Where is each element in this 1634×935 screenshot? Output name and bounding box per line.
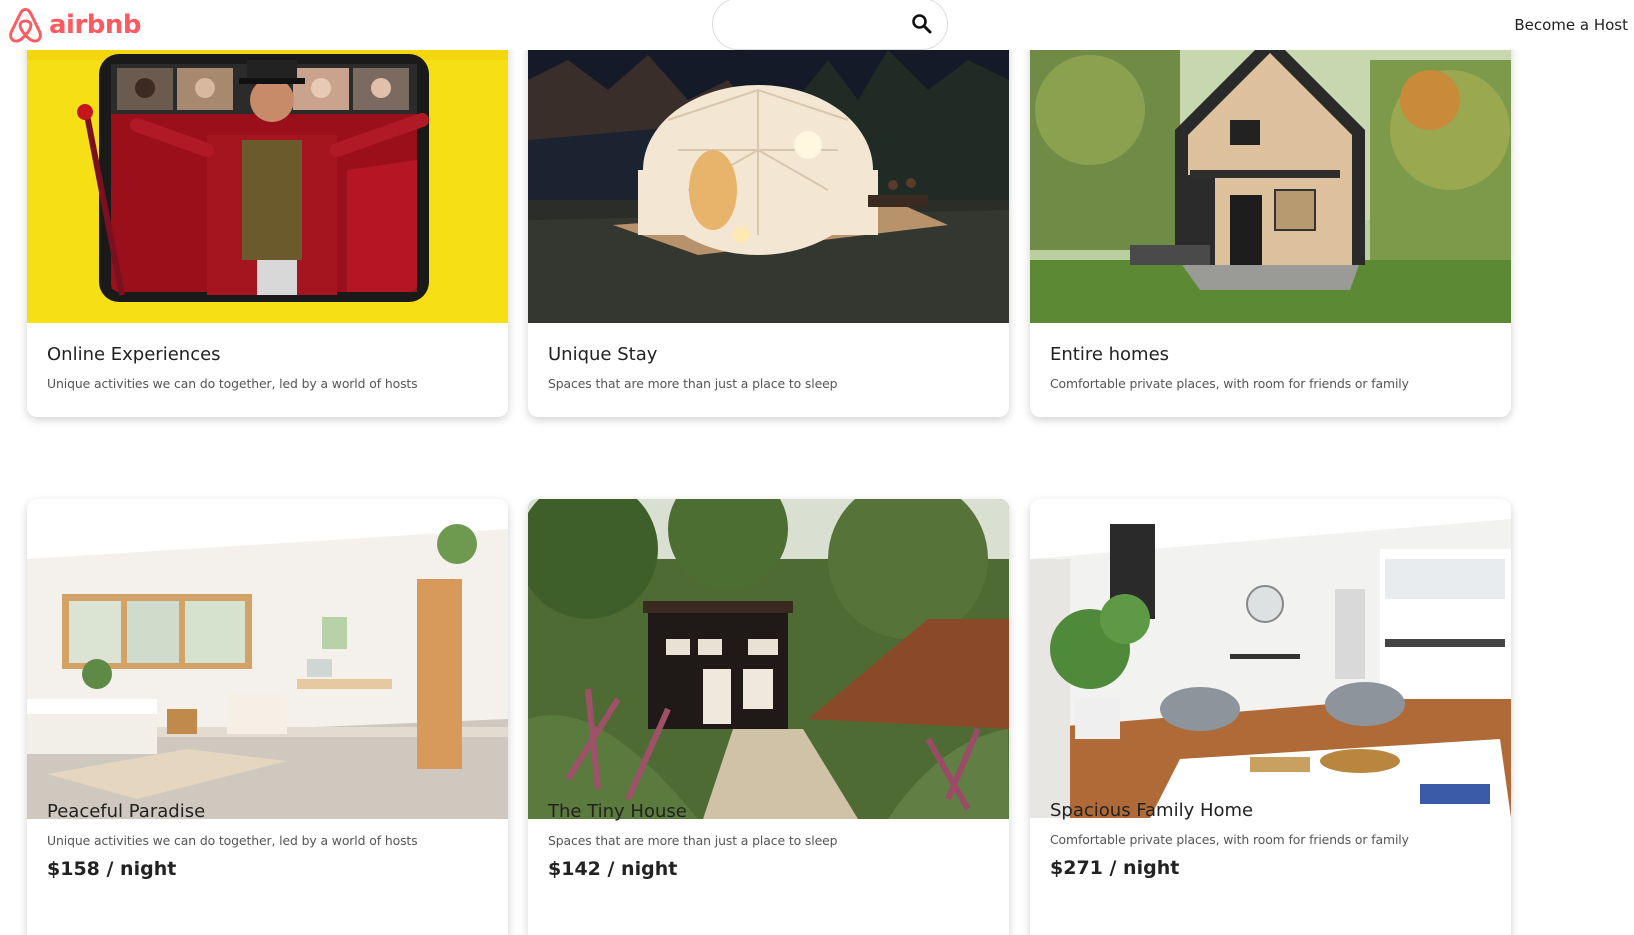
geodesic-dome-image [528,20,1009,323]
card-title: The Tiny House [548,801,687,822]
card-description: Unique activities we can do together, le… [47,376,418,391]
card-image [1030,20,1511,323]
airbnb-belo-icon [9,7,42,43]
card-description: Comfortable private places, with room fo… [1050,376,1409,391]
bright-room-image [27,499,508,819]
card-peaceful-paradise[interactable]: Peaceful Paradise Unique activities we c… [27,499,508,935]
tiny-house-garden-image [528,499,1009,819]
virtual-performer-image [27,20,508,323]
card-image [27,499,508,819]
card-online-experiences[interactable]: Online Experiences Unique activities we … [27,20,508,417]
card-image [528,499,1009,819]
card-entire-homes[interactable]: Entire homes Comfortable private places,… [1030,20,1511,417]
card-price: $158 / night [47,858,177,880]
card-the-tiny-house[interactable]: The Tiny House Spaces that are more than… [528,499,1009,935]
card-spacious-family-home[interactable]: Spacious Family Home Comfortable private… [1030,499,1511,935]
top-navbar: airbnb Become a Host [0,0,1634,50]
card-title: Peaceful Paradise [47,801,206,822]
card-description: Unique activities we can do together, le… [47,833,418,848]
card-title: Spacious Family Home [1050,800,1254,821]
card-image [528,20,1009,323]
card-title: Online Experiences [47,344,221,365]
card-description: Spaces that are more than just a place t… [548,376,838,391]
card-title: Unique Stay [548,344,658,365]
card-title: Entire homes [1050,344,1170,365]
card-image [27,20,508,323]
card-description: Spaces that are more than just a place t… [548,833,838,848]
brand-name: airbnb [49,10,142,40]
airbnb-logo[interactable]: airbnb [6,4,142,46]
become-a-host-link[interactable]: Become a Host [1514,16,1628,34]
card-description: Comfortable private places, with room fo… [1050,832,1409,847]
card-price: $271 / night [1050,857,1180,879]
card-image [1030,499,1511,818]
card-unique-stay[interactable]: Unique Stay Spaces that are more than ju… [528,20,1009,417]
a-frame-house-image [1030,20,1511,323]
search-icon[interactable] [910,12,934,36]
search-input[interactable] [731,11,901,39]
modern-living-room-image [1030,499,1511,818]
card-price: $142 / night [548,858,678,880]
